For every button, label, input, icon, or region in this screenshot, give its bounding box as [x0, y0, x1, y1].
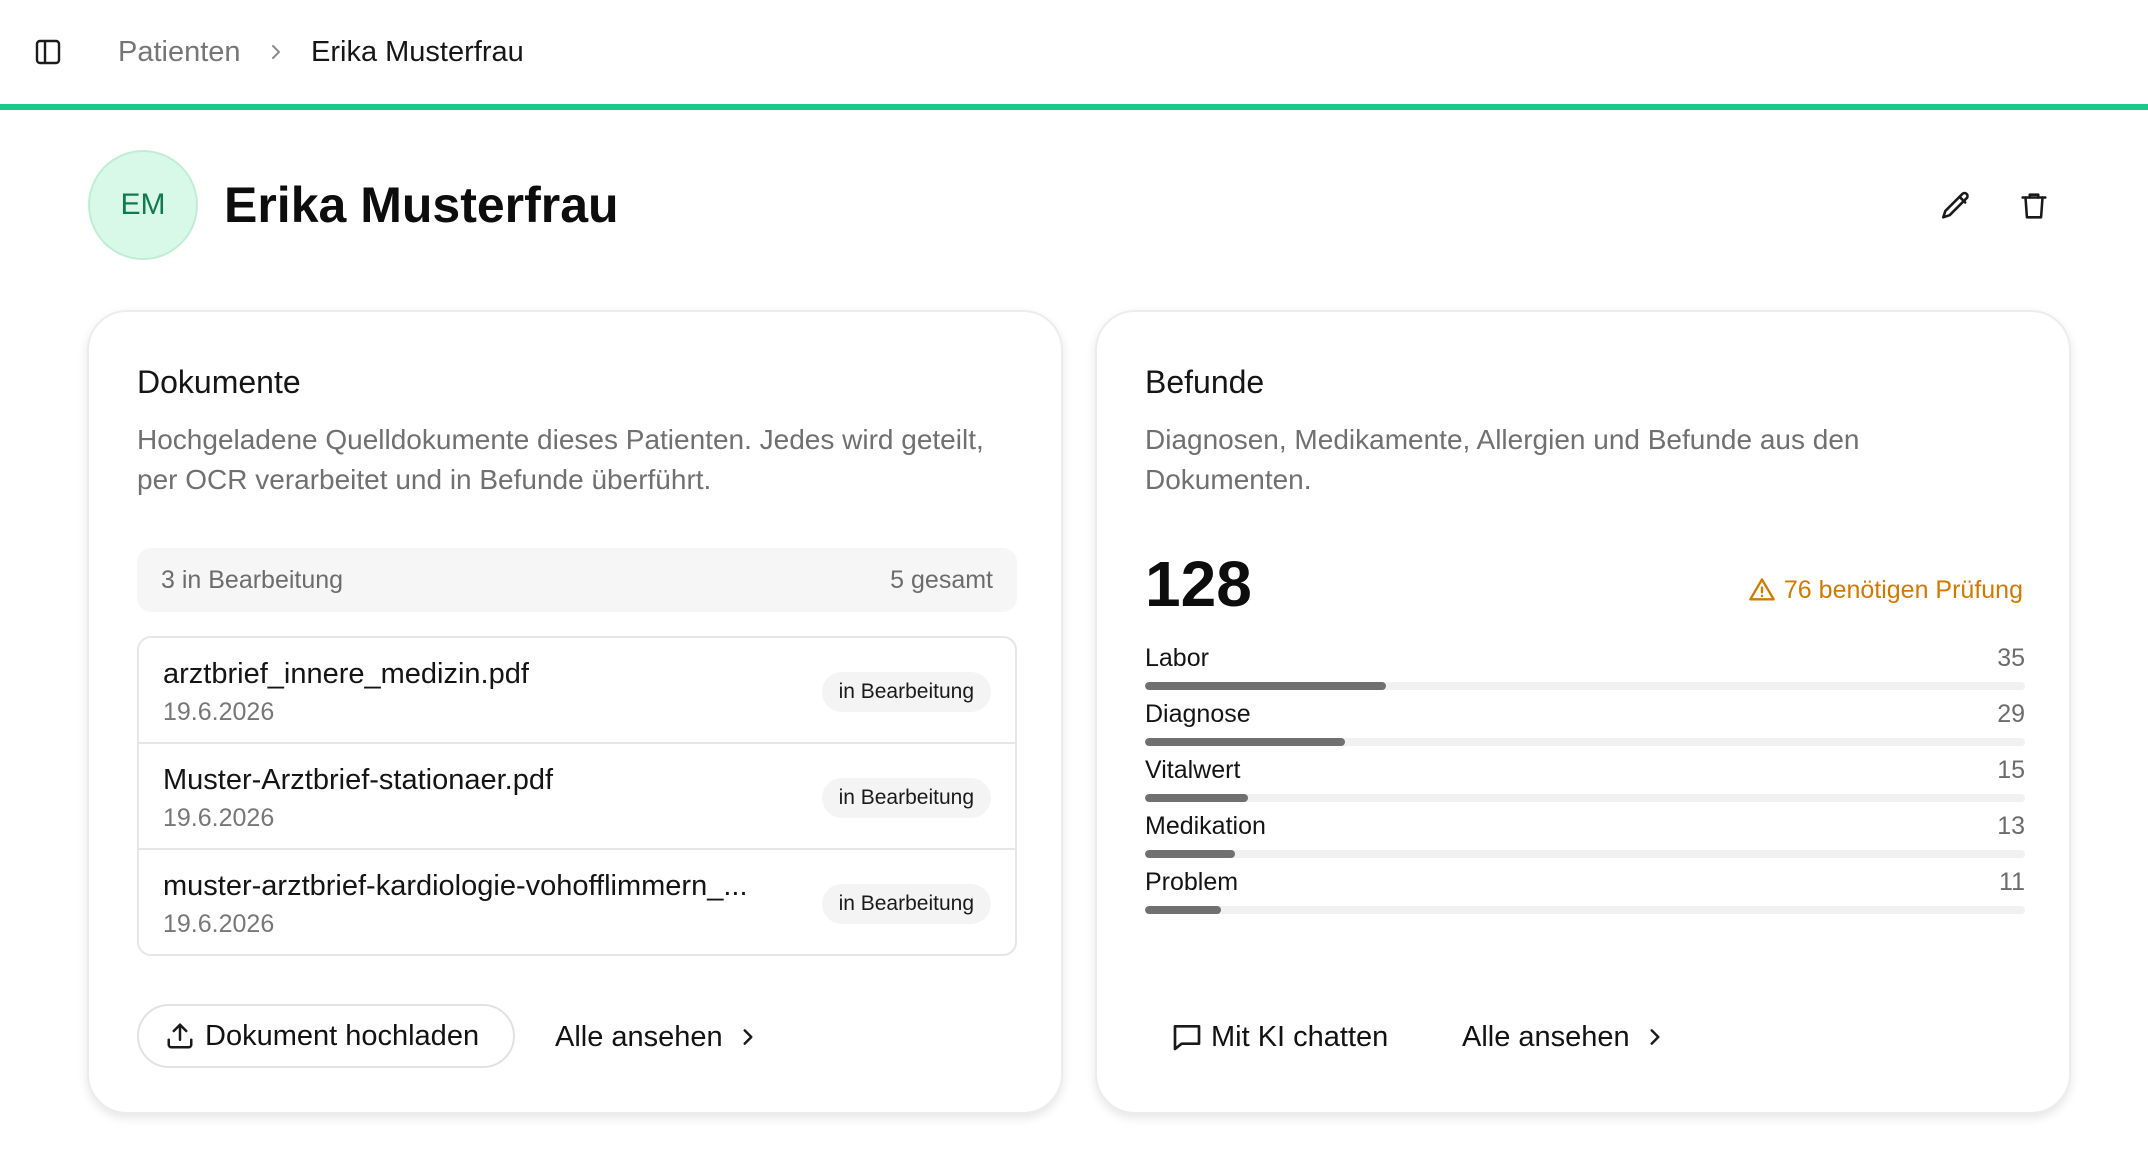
documents-view-all-label: Alle ansehen	[555, 1021, 723, 1053]
trash-icon	[2017, 189, 2051, 223]
document-name: arztbrief_innere_medizin.pdf	[163, 658, 529, 690]
category-row: Vitalwert 15	[1145, 754, 2025, 804]
sidebar-toggle-icon[interactable]	[34, 38, 62, 66]
chat-with-ai-button[interactable]: Mit KI chatten	[1171, 1012, 1388, 1062]
category-bar-track	[1145, 794, 2025, 802]
category-bar-fill	[1145, 794, 1248, 802]
category-count: 13	[1997, 812, 2025, 840]
findings-title: Befunde	[1145, 364, 1265, 400]
page-title: Erika Musterfrau	[224, 177, 619, 233]
documents-description: Hochgeladene Quelldokumente dieses Patie…	[137, 424, 984, 495]
document-list: arztbrief_innere_medizin.pdf 19.6.2026 i…	[137, 636, 1017, 956]
delete-button[interactable]	[2014, 186, 2054, 226]
edit-button[interactable]	[1936, 186, 1976, 226]
upload-icon	[165, 1021, 205, 1051]
breadcrumb-patients-link[interactable]: Patienten	[118, 34, 241, 70]
category-count: 11	[1999, 868, 2025, 896]
findings-total-count: 128	[1145, 548, 1252, 620]
category-label: Vitalwert	[1145, 756, 1241, 784]
category-bar-track	[1145, 906, 2025, 914]
review-needed-text: 76 benötigen Prüfung	[1783, 576, 2023, 604]
top-bar: Patienten Erika Musterfrau	[0, 0, 2148, 110]
findings-description: Diagnosen, Medikamente, Allergien und Be…	[1145, 424, 1860, 495]
category-row: Medikation 13	[1145, 810, 2025, 860]
breadcrumb-current: Erika Musterfrau	[311, 36, 524, 68]
category-label: Problem	[1145, 868, 1239, 896]
total-documents-count: 5 gesamt	[890, 566, 993, 594]
category-label: Medikation	[1145, 812, 1266, 840]
status-badge: in Bearbeitung	[821, 778, 991, 818]
documents-view-all-link[interactable]: Alle ansehen	[555, 1012, 759, 1062]
upload-document-label: Dokument hochladen	[205, 1020, 480, 1052]
documents-title: Dokumente	[137, 364, 301, 400]
category-bar-track	[1145, 738, 2025, 746]
category-bar-fill	[1145, 738, 1345, 746]
category-bar-fill	[1145, 850, 1235, 858]
documents-card: Dokumente Hochgeladene Quelldokumente di…	[87, 310, 1063, 1114]
documents-summary: 3 in Bearbeitung 5 gesamt	[137, 548, 1017, 612]
chevron-right-icon	[266, 42, 286, 62]
chevron-right-icon	[743, 1029, 753, 1045]
review-needed-notice[interactable]: 76 benötigen Prüfung	[1748, 574, 2023, 606]
chat-bubble-icon	[1171, 1021, 1211, 1053]
document-date: 19.6.2026	[163, 910, 275, 938]
findings-view-all-link[interactable]: Alle ansehen	[1462, 1012, 1666, 1062]
document-name: muster-arztbrief-kardiologie-vohofflimme…	[163, 870, 748, 902]
category-label: Diagnose	[1145, 700, 1251, 728]
category-count: 29	[1997, 700, 2025, 728]
findings-view-all-label: Alle ansehen	[1462, 1021, 1630, 1053]
category-label: Labor	[1145, 644, 1209, 672]
document-row[interactable]: Muster-Arztbrief-stationaer.pdf 19.6.202…	[139, 744, 1015, 850]
pencil-icon	[1939, 189, 1973, 223]
findings-card: Befunde Diagnosen, Medikamente, Allergie…	[1095, 310, 2071, 1114]
category-row: Labor 35	[1145, 642, 2025, 692]
document-row[interactable]: muster-arztbrief-kardiologie-vohofflimme…	[139, 850, 1015, 954]
document-name: Muster-Arztbrief-stationaer.pdf	[163, 764, 554, 796]
document-date: 19.6.2026	[163, 698, 275, 726]
category-bar-track	[1145, 682, 2025, 690]
upload-document-button[interactable]: Dokument hochladen	[137, 1004, 515, 1068]
category-count: 35	[1997, 644, 2025, 672]
category-row: Problem 11	[1145, 866, 2025, 916]
document-date: 19.6.2026	[163, 804, 275, 832]
warning-triangle-icon	[1748, 576, 1784, 604]
category-bar-track	[1145, 850, 2025, 858]
status-badge: in Bearbeitung	[821, 672, 991, 712]
category-bar-fill	[1145, 906, 1221, 914]
in-progress-count: 3 in Bearbeitung	[161, 566, 344, 594]
avatar: EM	[88, 150, 198, 260]
category-row: Diagnose 29	[1145, 698, 2025, 748]
status-badge: in Bearbeitung	[821, 884, 991, 924]
chat-with-ai-label: Mit KI chatten	[1211, 1021, 1389, 1053]
chevron-right-icon	[1650, 1029, 1660, 1045]
category-bar-fill	[1145, 682, 1387, 690]
document-row[interactable]: arztbrief_innere_medizin.pdf 19.6.2026 i…	[139, 638, 1015, 744]
category-count: 15	[1997, 756, 2025, 784]
